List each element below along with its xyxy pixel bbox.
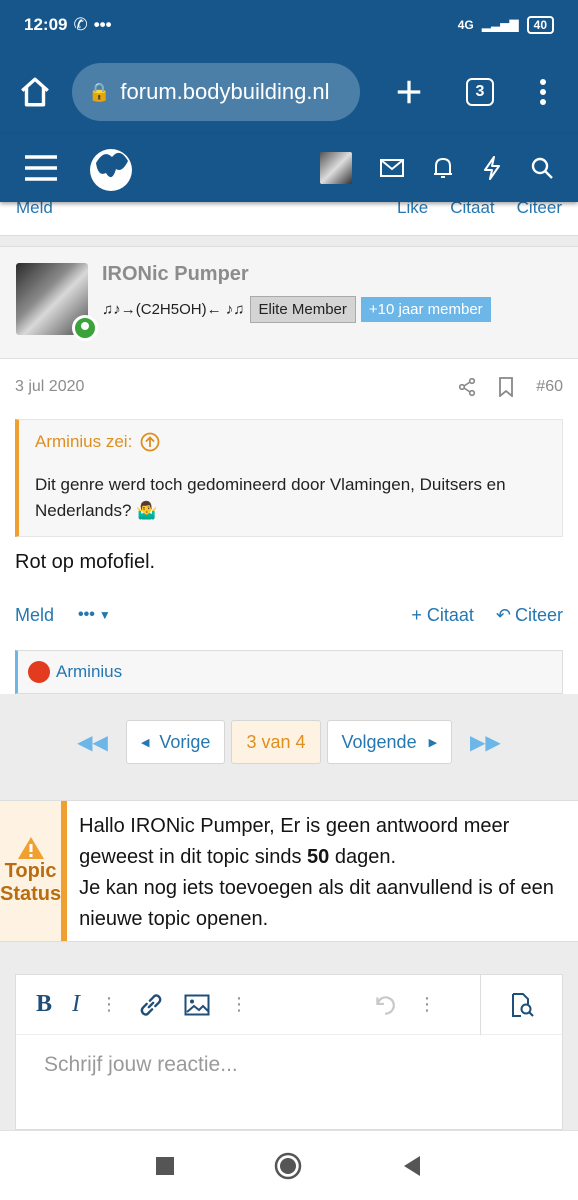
next-page-button[interactable]: Volgende ▶ [326,720,453,764]
inbox-icon[interactable] [380,159,404,177]
reply-arrow-icon: ↶ [495,604,511,625]
more-insert-options-icon[interactable]: ⋮ [230,994,248,1015]
lock-icon: 🔒 [88,81,111,102]
status-bar: 12:09 ✆ ••• 4G ▂▃▅▇ 40 [0,0,578,50]
online-status-icon [72,315,98,341]
chevron-down-icon: ▼ [98,608,111,622]
topic-status-notice: Topic Status Hallo IRONic Pumper, Er is … [0,800,578,942]
status-label-status: Status [0,883,62,905]
more-options-button[interactable]: ••• ▼ [78,606,111,624]
recent-apps-icon[interactable] [156,1156,174,1175]
post-date[interactable]: 3 jul 2020 [15,378,84,396]
status-text-line2: Je kan nog iets toevoegen als dit aanvul… [79,877,554,930]
quote-text: Dit genre werd toch gedomineerd door Vla… [35,475,506,520]
forum-navbar [0,134,578,202]
post-actions: Meld ••• ▼ + Citaat ↶ Citeer [0,588,578,642]
status-text-before: Hallo IRONic Pumper, Er is geen antwoord… [79,815,510,868]
poster-avatar[interactable] [16,263,98,341]
bell-icon[interactable] [432,156,454,180]
more-editor-options-icon[interactable]: ⋮ [418,994,436,1015]
next-page-label: Volgende [341,731,417,752]
user-avatar[interactable] [320,152,352,184]
post-meta: 3 jul 2020 #60 [0,359,578,415]
preview-button[interactable] [480,974,562,1035]
previous-post-actions: Meld Like Citaat Citeer [0,202,578,236]
italic-button[interactable]: I [72,991,80,1018]
undo-icon[interactable] [372,992,398,1018]
status-label-topic: Topic [4,860,57,882]
whatsapp-icon: ✆ [73,15,88,34]
tab-switcher-button[interactable]: 3 [466,78,494,106]
prev-reply-link[interactable]: Citeer [517,202,562,218]
address-bar[interactable]: 🔒 forum.bodybuilding.nl [72,63,360,121]
quote-author[interactable]: Arminius zei: [35,432,132,452]
more-dots: ••• [78,606,95,623]
reply-link[interactable]: ↶ Citeer [496,605,563,626]
poster-username[interactable]: IRONic Pumper [102,263,491,286]
site-logo[interactable] [86,143,136,193]
post-message: Rot op mofofiel. [15,551,156,573]
android-nav-bar [0,1130,578,1200]
chevron-left-icon: ◀ [140,736,150,749]
angry-emoji-icon [28,661,50,683]
prev-page-label: Vorige [159,731,211,752]
lightning-icon[interactable] [482,156,502,180]
home-circle-icon[interactable] [274,1152,302,1180]
page-content: Meld Like Citaat Citeer IRONic Pumper ♫♪… [0,202,578,1130]
first-page-icon[interactable]: ◀◀ [65,730,120,755]
quote-link[interactable]: + Citaat [411,605,474,626]
image-icon[interactable] [184,994,210,1016]
reply-editor: B I ⋮ ⋮ ⋮ Schrijf jouw reactie... [15,974,563,1130]
editor-toolbar: B I ⋮ ⋮ ⋮ [16,974,562,1035]
user-title: ♫♪→(C2H5OH)← ♪♫ [102,301,245,318]
battery-indicator: 40 [526,16,554,34]
last-page-icon[interactable]: ▶▶ [458,730,513,755]
prev-report-link[interactable]: Meld [16,202,53,218]
prev-like-link[interactable]: Like [397,202,428,218]
search-icon[interactable] [530,156,554,180]
network-label: 4G [457,18,474,32]
badge-years-member: +10 jaar member [360,297,491,322]
preview-icon [511,992,534,1017]
browser-menu-icon[interactable] [538,77,548,107]
bookmark-icon[interactable] [498,377,514,397]
browser-toolbar: 🔒 forum.bodybuilding.nl 3 [0,50,578,134]
topic-status-label: Topic Status [0,801,68,941]
reactions-bar[interactable]: Arminius [15,650,563,694]
new-tab-icon[interactable] [394,77,424,107]
hamburger-menu-icon[interactable] [24,154,58,182]
status-text-after: dagen. [329,846,397,868]
report-link[interactable]: Meld [15,605,54,626]
warning-icon [17,837,44,859]
link-icon[interactable] [138,992,164,1018]
share-icon[interactable] [458,378,476,396]
url-text: forum.bodybuilding.nl [120,79,330,104]
topic-status-text: Hallo IRONic Pumper, Er is geen antwoord… [67,801,578,941]
prev-page-button[interactable]: ◀ Vorige [125,720,226,764]
badge-elite-member: Elite Member [249,296,356,323]
post: IRONic Pumper ♫♪→(C2H5OH)← ♪♫ Elite Memb… [0,246,578,694]
arrow-up-circle-icon[interactable] [140,432,160,452]
bold-button[interactable]: B [36,991,52,1018]
more-text-options-icon[interactable]: ⋮ [100,994,118,1015]
user-block: IRONic Pumper ♫♪→(C2H5OH)← ♪♫ Elite Memb… [0,247,578,359]
back-icon[interactable] [402,1155,422,1177]
clock: 12:09 [24,15,68,34]
reply-label: Citeer [514,604,563,625]
reaction-user[interactable]: Arminius [56,662,122,682]
home-icon[interactable] [18,75,52,109]
pagination: ◀◀ ◀ Vorige 3 van 4 Volgende ▶ ▶▶ [0,710,578,774]
quote-block: Arminius zei: Dit genre werd toch gedomi… [15,419,563,537]
reply-input[interactable]: Schrijf jouw reactie... [16,1035,562,1095]
post-number[interactable]: #60 [536,378,563,396]
signal-icon: ▂▃▅▇ [481,18,519,32]
status-days: 50 [307,846,330,868]
chevron-right-icon: ▶ [428,736,438,749]
more-notifications-icon: ••• [93,15,112,34]
prev-quote-link[interactable]: Citaat [450,202,494,218]
current-page-button[interactable]: 3 van 4 [231,720,321,764]
